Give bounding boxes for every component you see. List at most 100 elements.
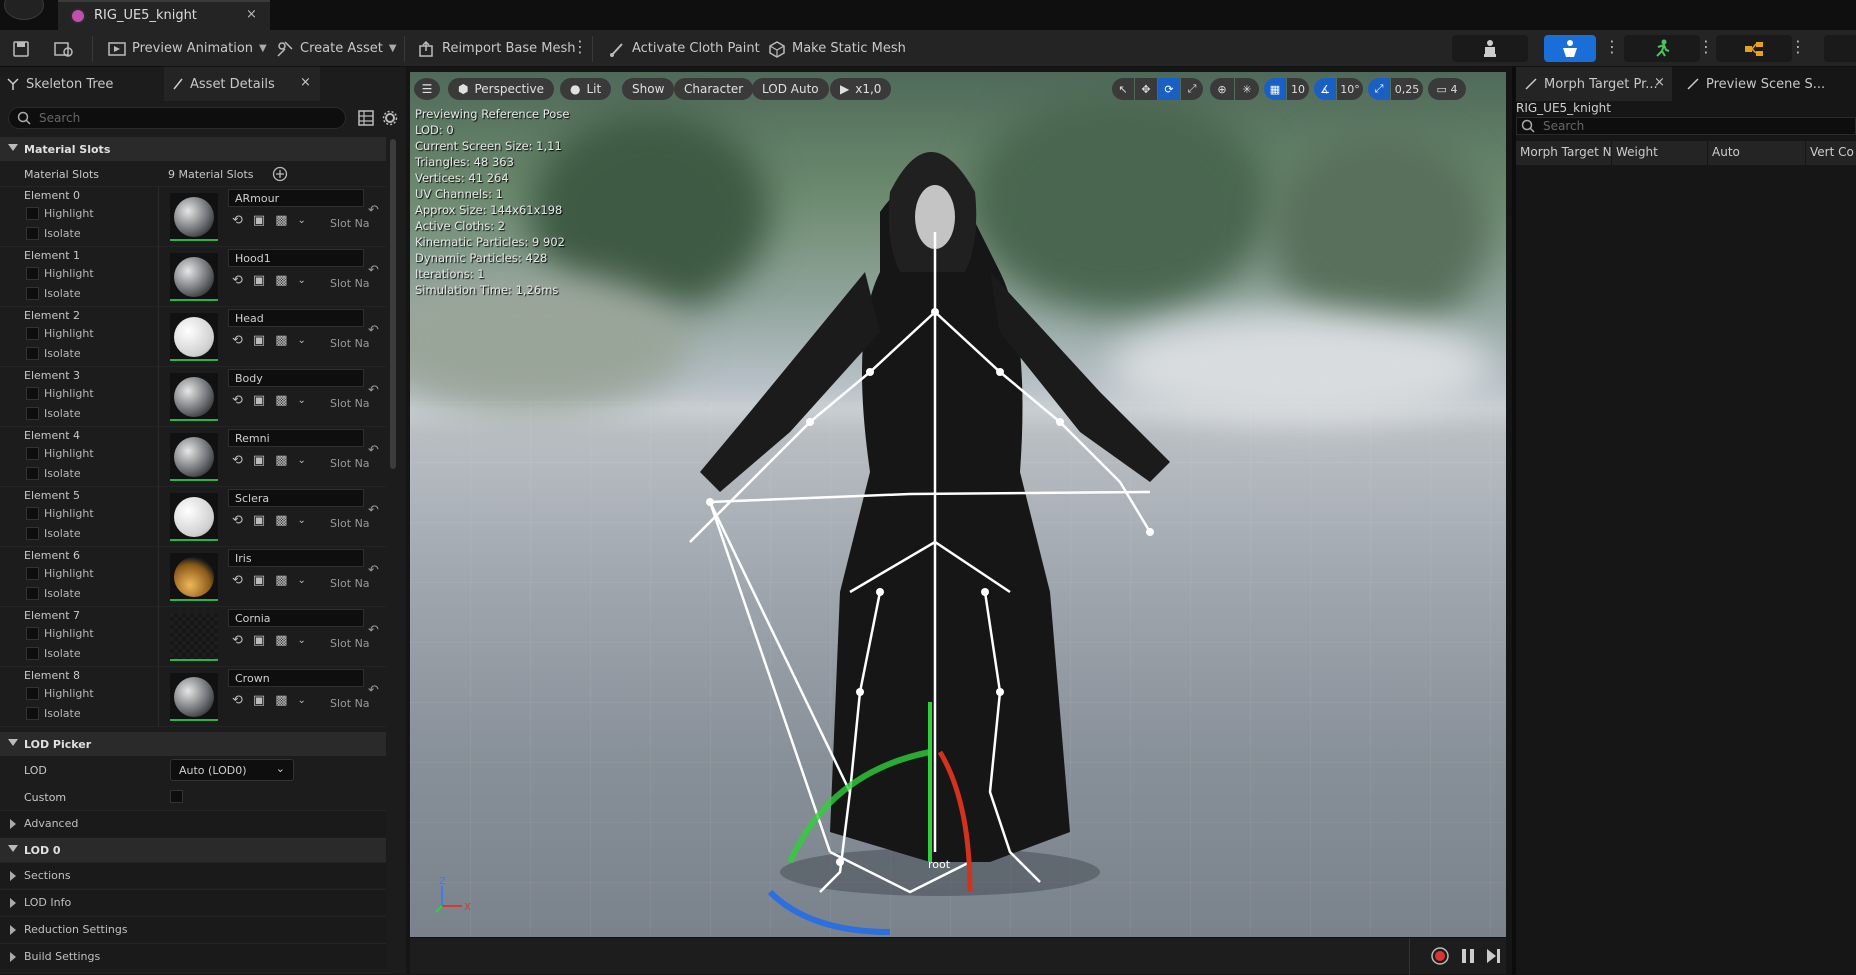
details-scrollbar[interactable] — [390, 139, 396, 469]
browse-icon[interactable]: ▣ — [253, 393, 265, 408]
chevron-down-icon[interactable]: ⌄ — [298, 215, 306, 226]
column-vert-count[interactable]: Vert Co — [1806, 141, 1856, 165]
settings-gear-icon[interactable] — [382, 110, 398, 126]
chevron-down-icon[interactable]: ⌄ — [298, 335, 306, 346]
isolate-checkbox[interactable] — [26, 287, 39, 300]
scale-snap-icon[interactable]: ⤢ — [1368, 78, 1390, 100]
select-mode-icon[interactable]: ↖ — [1112, 78, 1134, 100]
column-auto[interactable]: Auto — [1708, 141, 1806, 165]
isolate-checkbox[interactable] — [26, 347, 39, 360]
isolate-checkbox[interactable] — [26, 647, 39, 660]
reset-arrow-icon[interactable]: ↶ — [368, 383, 379, 398]
lod0-item-expander[interactable]: Build Settings — [0, 943, 386, 969]
document-tab[interactable]: RIG_UE5_knight × — [58, 0, 270, 30]
reset-arrow-icon[interactable]: ↶ — [368, 203, 379, 218]
reset-arrow-icon[interactable]: ↶ — [368, 323, 379, 338]
advanced-expander[interactable]: Advanced — [0, 810, 386, 836]
animation-mode-button[interactable] — [1624, 35, 1700, 62]
blueprint-mode-kebab-icon[interactable]: ⋮ — [1790, 37, 1806, 56]
lod-picker-section-header[interactable]: LOD Picker — [0, 732, 386, 756]
isolate-checkbox[interactable] — [26, 407, 39, 420]
reimport-options-kebab-icon[interactable]: ⋮ — [572, 37, 588, 56]
isolate-checkbox[interactable] — [26, 227, 39, 240]
preview-viewport[interactable]: root Z X ☰ ⬢ Perspective ● Lit Show Char… — [410, 72, 1506, 937]
isolate-checkbox[interactable] — [26, 707, 39, 720]
surface-snap-icon[interactable]: ✳ — [1235, 78, 1259, 100]
use-selected-icon[interactable]: ⟲ — [232, 693, 243, 708]
isolate-checkbox[interactable] — [26, 587, 39, 600]
lod0-item-expander[interactable]: Reduction Settings — [0, 916, 386, 942]
material-name-field[interactable]: Hood1 — [228, 249, 364, 267]
tab-asset-details[interactable]: Asset Details × — [164, 67, 320, 101]
use-selected-icon[interactable]: ⟲ — [232, 633, 243, 648]
unreal-logo-icon[interactable] — [4, 0, 44, 20]
scale-snap-value[interactable]: 0,25 — [1391, 78, 1423, 100]
material-name-field[interactable]: Sclera — [228, 489, 364, 507]
checker-icon[interactable]: ▩ — [275, 453, 287, 468]
highlight-checkbox[interactable] — [26, 387, 39, 400]
material-thumbnail[interactable] — [170, 193, 218, 241]
animation-mode-kebab-icon[interactable]: ⋮ — [1698, 37, 1714, 56]
lod-select[interactable]: Auto (LOD0) ⌄ — [170, 759, 294, 781]
browse-icon[interactable]: ▣ — [253, 573, 265, 588]
chevron-down-icon[interactable]: ⌄ — [298, 695, 306, 706]
use-selected-icon[interactable]: ⟲ — [232, 573, 243, 588]
material-thumbnail[interactable] — [170, 253, 218, 301]
material-thumbnail[interactable] — [170, 673, 218, 721]
use-selected-icon[interactable]: ⟲ — [232, 393, 243, 408]
browse-icon[interactable]: ▣ — [253, 213, 265, 228]
chevron-down-icon[interactable]: ⌄ — [298, 275, 306, 286]
highlight-checkbox[interactable] — [26, 267, 39, 280]
activate-cloth-paint-button[interactable]: Activate Cloth Paint — [608, 30, 760, 67]
close-tab-icon[interactable]: × — [300, 75, 311, 90]
lod0-item-expander[interactable]: Sections — [0, 862, 386, 888]
lod-auto-button[interactable]: LOD Auto — [752, 78, 829, 100]
physics-mode-button[interactable] — [1824, 35, 1856, 62]
checker-icon[interactable]: ▩ — [275, 213, 287, 228]
highlight-checkbox[interactable] — [26, 327, 39, 340]
translate-icon[interactable]: ✥ — [1135, 78, 1157, 100]
highlight-checkbox[interactable] — [26, 567, 39, 580]
checker-icon[interactable]: ▩ — [275, 333, 287, 348]
column-weight[interactable]: Weight — [1612, 141, 1708, 165]
material-thumbnail[interactable] — [170, 553, 218, 601]
material-name-field[interactable]: Iris — [228, 549, 364, 567]
material-thumbnail[interactable] — [170, 373, 218, 421]
checker-icon[interactable]: ▩ — [275, 573, 287, 588]
isolate-checkbox[interactable] — [26, 467, 39, 480]
browse-icon[interactable]: ▣ — [253, 273, 265, 288]
highlight-checkbox[interactable] — [26, 627, 39, 640]
chevron-down-icon[interactable]: ⌄ — [298, 635, 306, 646]
create-asset-button[interactable]: Create Asset ▼ — [276, 30, 397, 67]
grid-snap-value[interactable]: 10 — [1287, 78, 1309, 100]
close-tab-icon[interactable]: × — [1654, 75, 1665, 90]
mesh-mode-button[interactable] — [1544, 35, 1596, 62]
highlight-checkbox[interactable] — [26, 447, 39, 460]
scale-icon[interactable]: ⤢ — [1181, 78, 1203, 100]
lod0-item-expander[interactable]: LOD Info — [0, 889, 386, 915]
material-name-field[interactable]: Remni — [228, 429, 364, 447]
material-name-field[interactable]: Crown — [228, 669, 364, 687]
material-thumbnail[interactable] — [170, 313, 218, 361]
use-selected-icon[interactable]: ⟲ — [232, 273, 243, 288]
close-tab-icon[interactable]: × — [246, 7, 257, 22]
playback-speed-button[interactable]: ▶ x1,0 — [830, 78, 892, 100]
details-search-input[interactable]: Search — [8, 107, 346, 129]
browse-icon[interactable]: ▣ — [253, 453, 265, 468]
material-name-field[interactable]: Head — [228, 309, 364, 327]
use-selected-icon[interactable]: ⟲ — [232, 213, 243, 228]
material-thumbnail[interactable] — [170, 493, 218, 541]
reset-arrow-icon[interactable]: ↶ — [368, 683, 379, 698]
save-button[interactable] — [12, 30, 30, 67]
browse-icon[interactable]: ▣ — [253, 513, 265, 528]
morph-search-input[interactable]: Search — [1516, 117, 1856, 135]
highlight-checkbox[interactable] — [26, 207, 39, 220]
browse-icon[interactable]: ▣ — [253, 633, 265, 648]
checker-icon[interactable]: ▩ — [275, 273, 287, 288]
chevron-down-icon[interactable]: ⌄ — [298, 455, 306, 466]
panel-splitter[interactable] — [1512, 67, 1516, 974]
reset-arrow-icon[interactable]: ↶ — [368, 263, 379, 278]
character-button[interactable]: Character — [674, 78, 754, 100]
pause-icon[interactable] — [1460, 947, 1476, 965]
skeleton-mode-button[interactable] — [1452, 35, 1528, 62]
